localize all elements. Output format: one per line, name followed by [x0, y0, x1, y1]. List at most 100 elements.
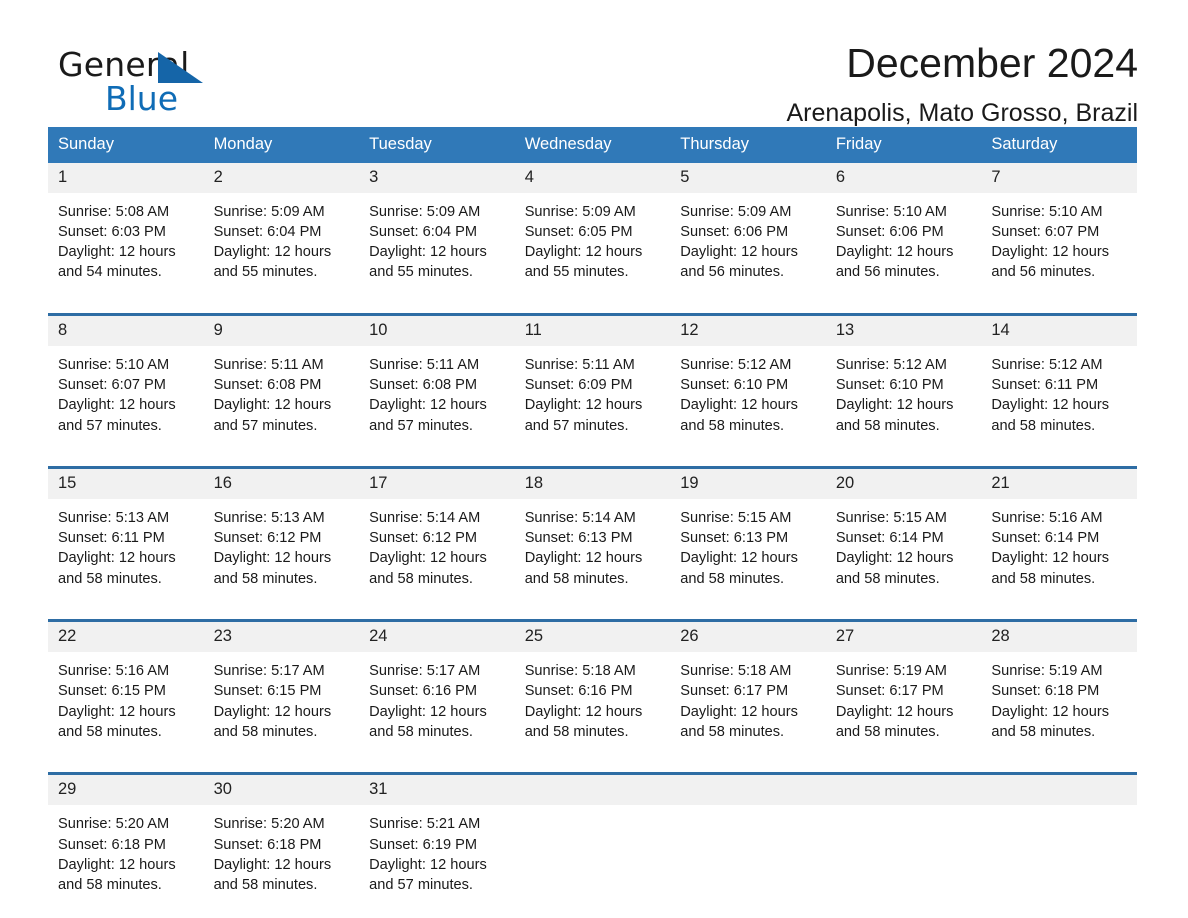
daylight-text-line2: and 58 minutes. — [680, 723, 785, 740]
daylight-text-line2: and 58 minutes. — [835, 723, 940, 740]
calendar-day-cell[interactable]: 31 Sunrise: 5:21 AM Sunset: 6:19 PM Dayligh… — [359, 772, 515, 910]
sunrise-text: Sunrise: 5:19 AM — [991, 663, 1103, 680]
calendar-day-cell[interactable]: 26 Sunrise: 5:18 AM Sunset: 6:17 PM Dayligh… — [670, 619, 826, 757]
day-number — [514, 775, 671, 806]
calendar-day-cell[interactable]: 1 Sunrise: 5:08 AM Sunset: 6:03 PM Daylight… — [48, 162, 204, 297]
day-details: Sunrise: 5:18 AM Sunset: 6:16 PM Daylight:… — [515, 652, 671, 756]
day-number: 13 — [825, 315, 982, 346]
day-details: Sunrise: 5:15 AM Sunset: 6:14 PM Daylight:… — [826, 499, 982, 603]
daylight-text-line1: Daylight: 12 hours — [213, 856, 332, 873]
day-number: 1 — [48, 162, 204, 193]
general-blue-logo[interactable]: General Blue — [58, 48, 318, 118]
sunset-text: Sunset: 6:05 PM — [524, 223, 633, 240]
calendar-day-cell[interactable]: 20 Sunrise: 5:15 AM Sunset: 6:14 PM Dayligh… — [825, 465, 982, 604]
sunset-text: Sunset: 6:06 PM — [835, 223, 944, 240]
daylight-text-line1: Daylight: 12 hours — [835, 244, 954, 261]
day-number: 7 — [981, 162, 1137, 193]
calendar-day-cell[interactable]: 4 Sunrise: 5:09 AM Sunset: 6:05 PM Daylight… — [514, 162, 671, 297]
calendar-day-cell[interactable]: 30 Sunrise: 5:20 AM Sunset: 6:18 PM Dayligh… — [203, 772, 360, 910]
day-number: 11 — [514, 315, 671, 346]
calendar-day-cell[interactable]: 22 Sunrise: 5:16 AM Sunset: 6:15 PM Dayligh… — [48, 619, 204, 757]
daylight-text-line1: Daylight: 12 hours — [58, 244, 176, 261]
daylight-text-line2: and 57 minutes. — [369, 877, 473, 894]
sunset-text: Sunset: 6:15 PM — [213, 683, 322, 700]
calendar-day-cell[interactable]: 11 Sunrise: 5:11 AM Sunset: 6:09 PM Dayligh… — [514, 312, 671, 450]
daylight-text-line1: Daylight: 12 hours — [213, 703, 332, 720]
sunrise-text: Sunrise: 5:09 AM — [524, 203, 636, 220]
calendar-day-cell[interactable]: 8 Sunrise: 5:10 AM Sunset: 6:07 PM Daylight… — [48, 312, 204, 450]
daylight-text-line2: and 58 minutes. — [213, 877, 318, 894]
day-details: Sunrise: 5:12 AM Sunset: 6:11 PM Daylight:… — [981, 346, 1137, 450]
day-number: 17 — [359, 468, 515, 499]
day-number — [670, 775, 826, 806]
sunrise-text: Sunrise: 5:14 AM — [524, 509, 636, 526]
logo-text-general: General — [58, 48, 318, 84]
daylight-text-line1: Daylight: 12 hours — [369, 397, 487, 414]
day-details: Sunrise: 5:19 AM Sunset: 6:18 PM Daylight:… — [981, 652, 1137, 756]
week-spacer-row — [48, 449, 1137, 468]
day-details: Sunrise: 5:08 AM Sunset: 6:03 PM Daylight:… — [48, 193, 204, 297]
day-details: Sunrise: 5:10 AM Sunset: 6:06 PM Daylight:… — [826, 193, 982, 297]
calendar-day-cell-empty — [825, 772, 982, 910]
day-number — [981, 775, 1137, 806]
calendar-body: 1 Sunrise: 5:08 AM Sunset: 6:03 PM Daylight… — [48, 162, 1137, 910]
calendar-day-cell[interactable]: 13 Sunrise: 5:12 AM Sunset: 6:10 PM Dayligh… — [825, 312, 982, 450]
calendar-day-cell[interactable]: 24 Sunrise: 5:17 AM Sunset: 6:16 PM Dayligh… — [359, 619, 515, 757]
calendar-day-cell[interactable]: 28 Sunrise: 5:19 AM Sunset: 6:18 PM Dayligh… — [981, 619, 1137, 757]
calendar-day-cell[interactable]: 3 Sunrise: 5:09 AM Sunset: 6:04 PM Daylight… — [359, 162, 515, 297]
day-details: Sunrise: 5:20 AM Sunset: 6:18 PM Daylight:… — [204, 805, 360, 909]
calendar-day-cell[interactable]: 23 Sunrise: 5:17 AM Sunset: 6:15 PM Dayligh… — [203, 619, 360, 757]
calendar-day-cell[interactable]: 5 Sunrise: 5:09 AM Sunset: 6:06 PM Daylight… — [670, 162, 826, 297]
sunrise-text: Sunrise: 5:12 AM — [991, 356, 1103, 373]
day-details: Sunrise: 5:10 AM Sunset: 6:07 PM Daylight:… — [48, 346, 204, 450]
day-details: Sunrise: 5:11 AM Sunset: 6:08 PM Daylight:… — [359, 346, 515, 450]
daylight-text-line2: and 58 minutes. — [58, 877, 162, 894]
daylight-text-line1: Daylight: 12 hours — [58, 550, 176, 567]
sunrise-text: Sunrise: 5:17 AM — [213, 663, 325, 680]
daylight-text-line1: Daylight: 12 hours — [58, 703, 176, 720]
sunrise-text: Sunrise: 5:13 AM — [58, 509, 170, 526]
sunrise-text: Sunrise: 5:16 AM — [58, 663, 170, 680]
day-details: Sunrise: 5:15 AM Sunset: 6:13 PM Daylight:… — [670, 499, 826, 603]
daylight-text-line1: Daylight: 12 hours — [835, 397, 954, 414]
calendar-day-cell[interactable]: 19 Sunrise: 5:15 AM Sunset: 6:13 PM Dayligh… — [670, 465, 826, 604]
calendar-day-cell[interactable]: 17 Sunrise: 5:14 AM Sunset: 6:12 PM Dayligh… — [359, 465, 515, 604]
sunset-text: Sunset: 6:18 PM — [991, 683, 1100, 700]
calendar-day-cell[interactable]: 14 Sunrise: 5:12 AM Sunset: 6:11 PM Dayligh… — [981, 312, 1137, 450]
calendar-day-cell[interactable]: 29 Sunrise: 5:20 AM Sunset: 6:18 PM Dayligh… — [48, 772, 204, 910]
calendar-day-cell[interactable]: 7 Sunrise: 5:10 AM Sunset: 6:07 PM Daylight… — [981, 162, 1137, 297]
daylight-text-line1: Daylight: 12 hours — [835, 550, 954, 567]
day-number: 31 — [359, 775, 515, 806]
calendar-day-cell[interactable]: 10 Sunrise: 5:11 AM Sunset: 6:08 PM Dayligh… — [359, 312, 515, 450]
sunset-text: Sunset: 6:06 PM — [680, 223, 789, 240]
daylight-text-line1: Daylight: 12 hours — [213, 397, 332, 414]
calendar-day-cell[interactable]: 15 Sunrise: 5:13 AM Sunset: 6:11 PM Dayligh… — [48, 465, 204, 604]
calendar-day-cell[interactable]: 16 Sunrise: 5:13 AM Sunset: 6:12 PM Dayligh… — [203, 465, 360, 604]
sunset-text: Sunset: 6:11 PM — [991, 376, 1099, 393]
day-number: 14 — [981, 315, 1137, 346]
day-number: 29 — [48, 775, 204, 806]
daylight-text-line1: Daylight: 12 hours — [369, 856, 487, 873]
calendar-day-cell[interactable]: 6 Sunrise: 5:10 AM Sunset: 6:06 PM Daylight… — [825, 162, 982, 297]
calendar-day-cell[interactable]: 27 Sunrise: 5:19 AM Sunset: 6:17 PM Dayligh… — [825, 619, 982, 757]
calendar-day-cell[interactable]: 21 Sunrise: 5:16 AM Sunset: 6:14 PM Dayligh… — [981, 465, 1137, 604]
sunrise-text: Sunrise: 5:12 AM — [680, 356, 792, 373]
daylight-text-line2: and 57 minutes. — [369, 417, 473, 434]
calendar-day-cell[interactable]: 25 Sunrise: 5:18 AM Sunset: 6:16 PM Dayligh… — [514, 619, 671, 757]
daylight-text-line2: and 54 minutes. — [58, 264, 162, 281]
daylight-text-line2: and 57 minutes. — [213, 417, 318, 434]
day-number: 8 — [48, 315, 204, 346]
daylight-text-line1: Daylight: 12 hours — [991, 397, 1110, 414]
sunset-text: Sunset: 6:09 PM — [524, 376, 633, 393]
day-details: Sunrise: 5:17 AM Sunset: 6:15 PM Daylight:… — [204, 652, 360, 756]
day-number: 26 — [670, 622, 826, 653]
weekday-header-monday: Monday — [203, 127, 360, 163]
calendar-day-cell[interactable]: 2 Sunrise: 5:09 AM Sunset: 6:04 PM Daylight… — [203, 162, 360, 297]
calendar-day-cell[interactable]: 12 Sunrise: 5:12 AM Sunset: 6:10 PM Dayligh… — [670, 312, 826, 450]
calendar-day-cell[interactable]: 18 Sunrise: 5:14 AM Sunset: 6:13 PM Dayligh… — [514, 465, 671, 604]
calendar-day-cell[interactable]: 9 Sunrise: 5:11 AM Sunset: 6:08 PM Daylight… — [203, 312, 360, 450]
sunrise-text: Sunrise: 5:11 AM — [213, 356, 324, 373]
weekday-header-thursday: Thursday — [670, 127, 826, 163]
day-details: Sunrise: 5:09 AM Sunset: 6:04 PM Daylight:… — [204, 193, 360, 297]
sunrise-text: Sunrise: 5:08 AM — [58, 203, 170, 220]
